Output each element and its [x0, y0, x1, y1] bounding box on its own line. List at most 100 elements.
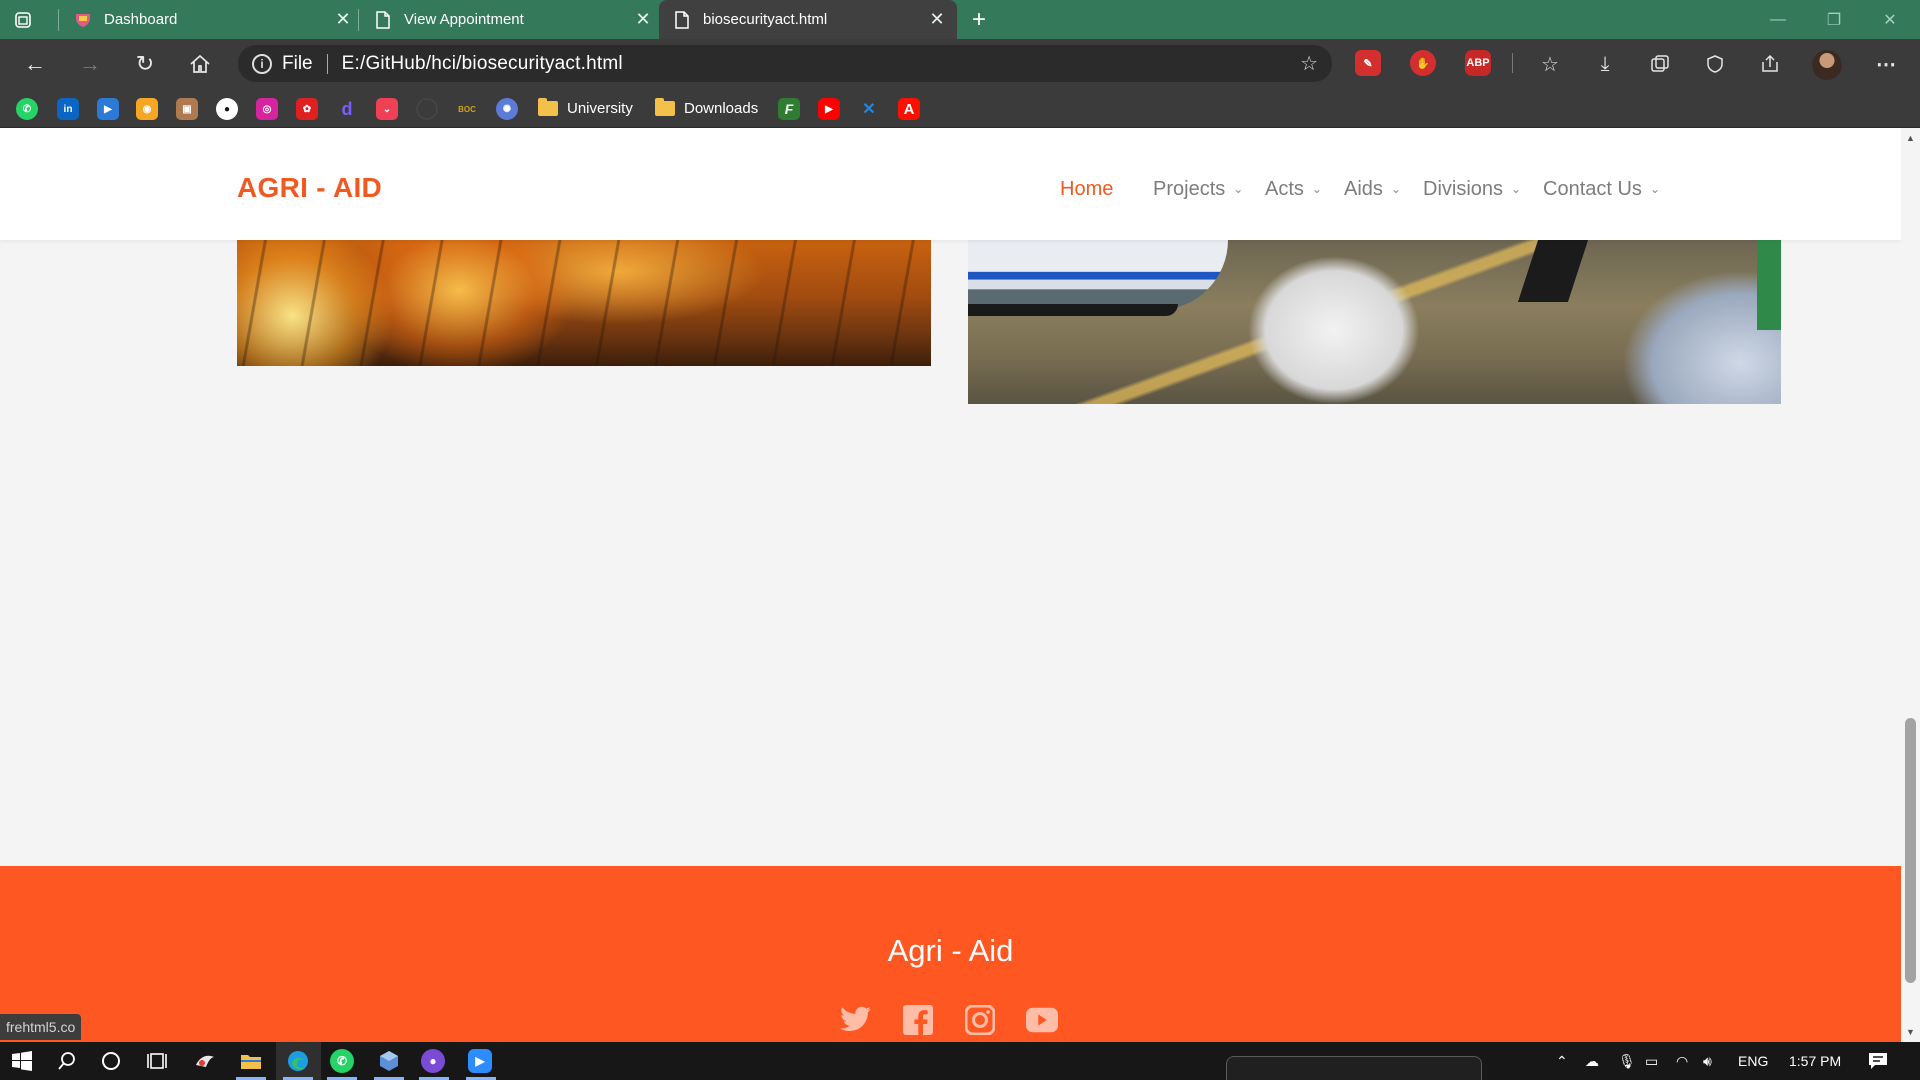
- nav-label: Home: [1060, 177, 1114, 200]
- refresh-icon: ↻: [135, 51, 155, 76]
- d-bookmark-icon[interactable]: d: [336, 98, 358, 120]
- bookmarks-bar: ✆ in ▶ ◉ ▣ ● ◎ ✿ d ⌄ BOC ✺ University Do…: [0, 88, 1920, 128]
- instagram-icon[interactable]: [964, 1004, 996, 1036]
- linkedin-bookmark-icon[interactable]: in: [57, 98, 79, 120]
- search-icon: [58, 1052, 75, 1070]
- clock[interactable]: 1:57 PM: [1789, 1042, 1841, 1080]
- refresh-button[interactable]: ↻: [128, 47, 162, 81]
- zoom-app-icon[interactable]: ▶: [468, 1049, 492, 1073]
- language-indicator[interactable]: ENG: [1738, 1042, 1768, 1080]
- pen-extension-icon[interactable]: ✎: [1355, 50, 1381, 76]
- share-icon: [1762, 54, 1778, 72]
- task-view-icon: [147, 1053, 167, 1069]
- microphone-icon[interactable]: 🎙︎: [1618, 1042, 1636, 1080]
- hand-extension-icon[interactable]: ✋: [1410, 50, 1436, 76]
- onedrive-icon[interactable]: ☁: [1585, 1042, 1599, 1080]
- bookmark-folder-downloads[interactable]: Downloads: [655, 95, 758, 121]
- adobe-bookmark-icon[interactable]: A: [898, 98, 920, 120]
- github-bookmark-icon[interactable]: ●: [216, 98, 238, 120]
- huawei-bookmark-icon[interactable]: ✿: [296, 98, 318, 120]
- cortana-button[interactable]: [97, 1047, 125, 1075]
- emblem-bookmark-icon[interactable]: ✺: [496, 98, 518, 120]
- search-button[interactable]: [53, 1047, 81, 1075]
- nav-divisions[interactable]: Divisions ⌄: [1423, 174, 1521, 204]
- collections-button[interactable]: [1644, 48, 1676, 80]
- browser-toolbar: ← → ↻ i File E:/GitHub/hci/biosecurityac…: [0, 39, 1920, 88]
- volume-icon[interactable]: 🔊︎: [1703, 1042, 1712, 1080]
- tab-separator: [358, 9, 359, 31]
- scroll-up-icon[interactable]: ▲: [1901, 130, 1920, 146]
- scroll-down-icon[interactable]: ▼: [1901, 1024, 1920, 1040]
- whatsapp-bookmark-icon[interactable]: ✆: [16, 98, 38, 120]
- task-view-button[interactable]: [143, 1047, 171, 1075]
- close-icon[interactable]: ✕: [925, 9, 949, 30]
- profile-avatar[interactable]: [1812, 50, 1842, 80]
- edge-browser-icon[interactable]: [284, 1047, 312, 1075]
- forward-button[interactable]: →: [73, 47, 107, 81]
- show-hidden-icons[interactable]: ⌃: [1556, 1042, 1568, 1080]
- nav-label: Contact Us: [1543, 177, 1642, 200]
- back-button[interactable]: ←: [18, 47, 52, 81]
- close-window-button[interactable]: ✕: [1862, 0, 1918, 39]
- status-bar-link: frehtml5.co: [0, 1014, 82, 1040]
- snip-app-icon[interactable]: [191, 1047, 219, 1075]
- instagram-bookmark-icon[interactable]: ◎: [256, 98, 278, 120]
- image-bookmark-icon[interactable]: ▣: [176, 98, 198, 120]
- downloads-button[interactable]: ⤓: [1589, 48, 1621, 80]
- page-scrollbar[interactable]: ▲ ▼: [1901, 128, 1920, 1042]
- tab-dashboard[interactable]: Dashboard ✕: [70, 0, 355, 39]
- facebook-icon[interactable]: [902, 1004, 934, 1036]
- start-button[interactable]: [8, 1047, 36, 1075]
- f-bookmark-icon[interactable]: F: [778, 98, 800, 120]
- close-icon[interactable]: ✕: [331, 9, 355, 30]
- restore-button[interactable]: ❐: [1806, 0, 1862, 39]
- url-text[interactable]: E:/GitHub/hci/biosecurityact.html: [342, 53, 623, 75]
- x-bookmark-icon[interactable]: ✕: [858, 98, 880, 120]
- nav-label: Projects: [1153, 177, 1226, 200]
- share-button[interactable]: [1754, 48, 1786, 80]
- nav-projects[interactable]: Projects ⌄: [1153, 174, 1243, 204]
- whatsapp-app-icon[interactable]: ✆: [330, 1049, 354, 1073]
- new-tab-button[interactable]: +: [964, 0, 994, 39]
- tab-actions-button[interactable]: [14, 0, 50, 39]
- settings-menu-button[interactable]: ⋯: [1870, 48, 1902, 80]
- folder-icon: [538, 97, 558, 116]
- virtualbox-app-icon[interactable]: [375, 1047, 403, 1075]
- notifications-button[interactable]: [1868, 1042, 1888, 1080]
- favorites-button[interactable]: ☆: [1534, 48, 1566, 80]
- browser-essentials-button[interactable]: [1699, 48, 1731, 80]
- boc-bookmark-icon[interactable]: BOC: [456, 98, 478, 120]
- circle-bookmark-icon[interactable]: [416, 98, 438, 120]
- adblock-extension-icon[interactable]: ABP: [1465, 50, 1491, 76]
- youtube-icon[interactable]: [1026, 1004, 1058, 1036]
- tab-biosecurityact[interactable]: biosecurityact.html ✕: [659, 0, 957, 39]
- scrollbar-thumb[interactable]: [1905, 718, 1916, 983]
- film-bookmark-icon[interactable]: ◉: [136, 98, 158, 120]
- nav-contact-us[interactable]: Contact Us ⌄: [1543, 174, 1660, 204]
- nav-home[interactable]: Home: [1060, 174, 1113, 204]
- nav-aids[interactable]: Aids ⌄: [1344, 174, 1401, 204]
- add-favorite-icon[interactable]: ☆: [1300, 51, 1318, 76]
- wifi-icon[interactable]: ◠: [1676, 1042, 1688, 1080]
- pocket-bookmark-icon[interactable]: ⌄: [376, 98, 398, 120]
- minimize-button[interactable]: —: [1750, 0, 1806, 39]
- back-arrow-icon: ←: [24, 51, 46, 76]
- page-icon: [673, 10, 691, 29]
- site-logo[interactable]: AGRI - AID: [237, 172, 382, 204]
- page-icon: [374, 10, 392, 29]
- close-icon[interactable]: ✕: [631, 9, 655, 30]
- address-bar[interactable]: i File E:/GitHub/hci/biosecurityact.html…: [238, 45, 1332, 82]
- media-bookmark-icon[interactable]: ▶: [97, 98, 119, 120]
- chevron-up-icon: ⌃: [1556, 1052, 1568, 1069]
- file-explorer-icon[interactable]: [237, 1047, 265, 1075]
- info-icon[interactable]: i: [252, 53, 272, 74]
- battery-icon[interactable]: ▭: [1645, 1042, 1658, 1080]
- bookmark-folder-university[interactable]: University: [538, 95, 633, 121]
- home-button[interactable]: [183, 47, 217, 81]
- twitter-icon[interactable]: [840, 1004, 872, 1036]
- tab-view-appointment[interactable]: View Appointment ✕: [370, 0, 655, 39]
- chevron-down-icon: ⌄: [1233, 182, 1244, 196]
- github-desktop-icon[interactable]: ●: [421, 1049, 445, 1073]
- nav-acts[interactable]: Acts ⌄: [1265, 174, 1322, 204]
- youtube-bookmark-icon[interactable]: ▶: [818, 98, 840, 120]
